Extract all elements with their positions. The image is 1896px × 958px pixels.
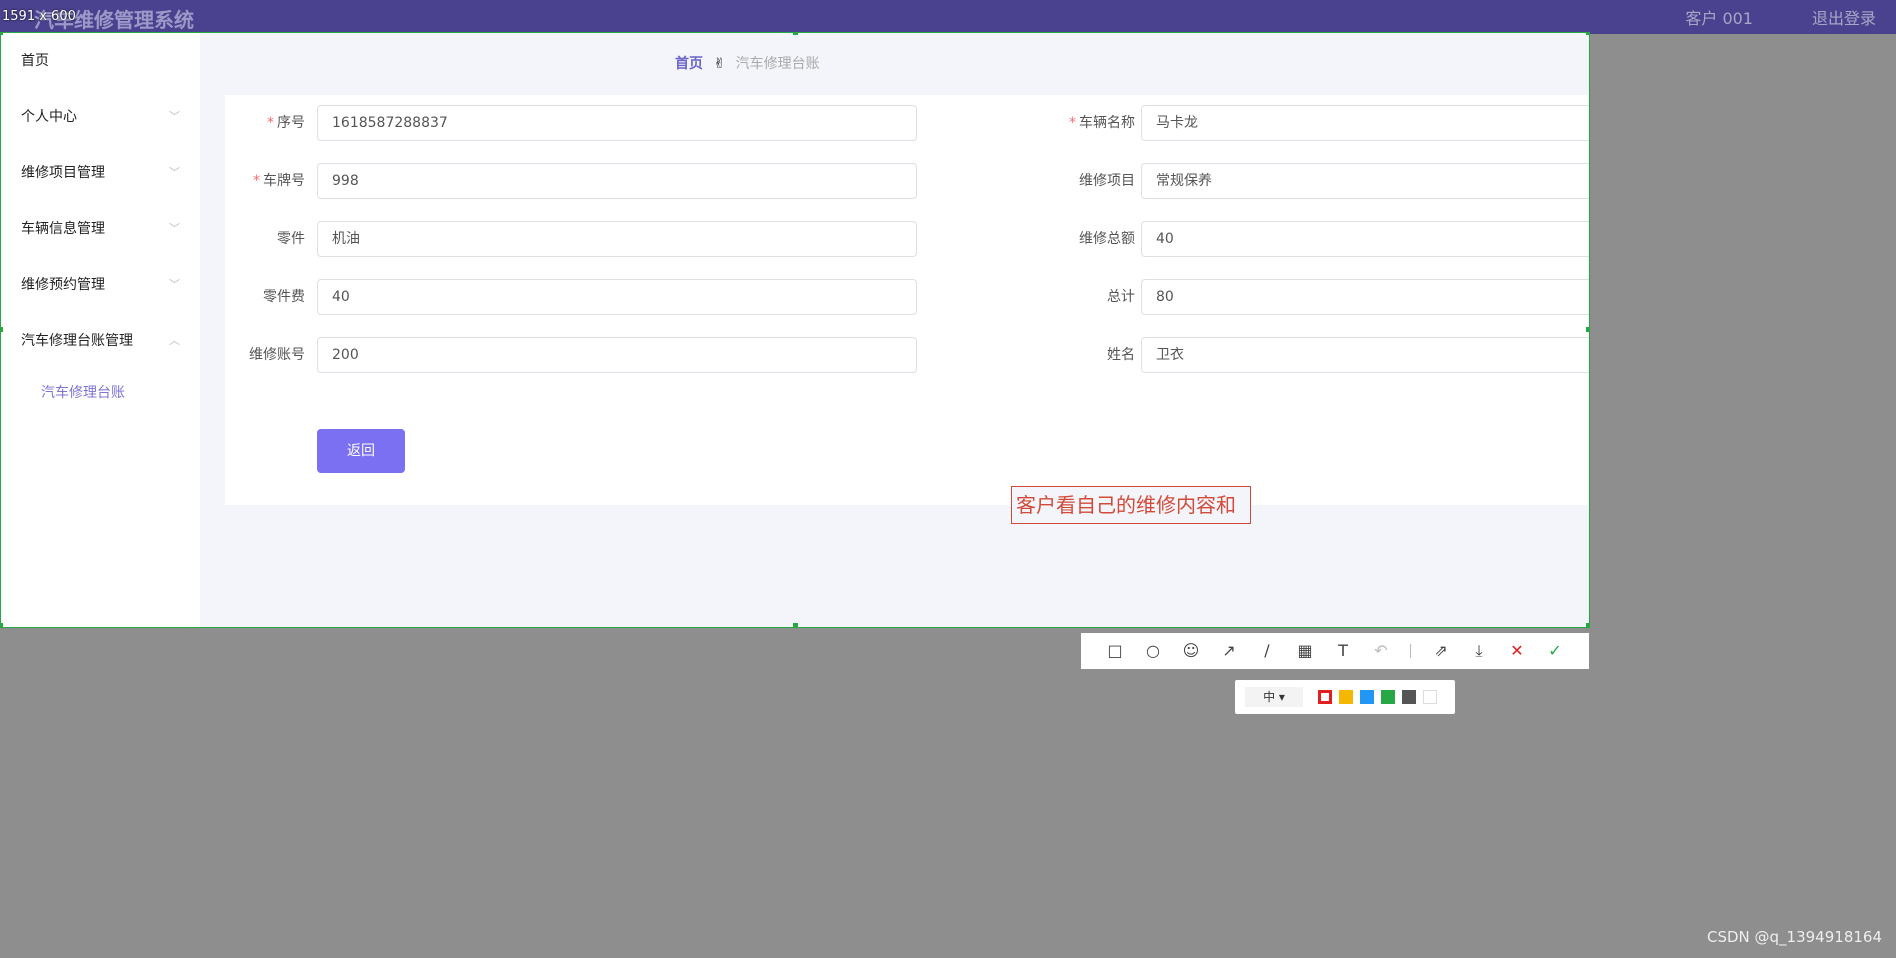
mosaic-icon[interactable]: ▦	[1295, 641, 1315, 661]
dim-overlay	[1590, 100, 1740, 380]
form-row: 维修账号 200 姓名 卫衣	[225, 337, 1589, 373]
resize-handle[interactable]	[1, 33, 3, 35]
field-label-repair-total: 维修总额	[1079, 231, 1135, 247]
sidebar-item-personal-center[interactable]: 个人中心 ﹀	[1, 89, 200, 145]
field-label-name: 姓名	[1107, 347, 1135, 363]
chevron-down-icon: ﹀	[169, 166, 180, 179]
resize-handle[interactable]	[1, 623, 3, 627]
top-bar: 汽车维修管理系统 客户 001 退出登录	[0, 0, 1896, 34]
color-swatch-white[interactable]	[1423, 690, 1437, 704]
sidebar: 首页 个人中心 ﹀ 维修项目管理 ﹀ 车辆信息管理 ﹀ 维修预约管理 ﹀ 汽车修理台账管…	[1, 33, 200, 627]
field-label-vehicle-name: * 车辆名称	[1069, 115, 1135, 131]
form-row: * 车牌号 998 维修项目 常规保养	[225, 163, 1589, 199]
field-label-total: 总计	[1107, 289, 1135, 305]
color-swatch-gray[interactable]	[1402, 690, 1416, 704]
field-label-repair-account: 维修账号	[249, 347, 305, 363]
sidebar-subitem-ledger[interactable]: 汽车修理台账	[1, 369, 200, 417]
watermark: CSDN @q_1394918164	[1707, 928, 1882, 946]
repair-item-field[interactable]: 常规保养	[1141, 163, 1589, 199]
field-label-part: 零件	[277, 231, 305, 247]
color-swatch-red[interactable]	[1318, 690, 1332, 704]
hand-icon: ✌	[713, 56, 726, 72]
form-row: * 序号 1618587288837 * 车辆名称 马卡龙	[225, 105, 1589, 141]
close-icon[interactable]: ✕	[1507, 641, 1527, 661]
download-icon[interactable]: ⤓	[1469, 641, 1489, 661]
chevron-up-icon: ︿	[169, 334, 180, 347]
chevron-down-icon: ﹀	[169, 110, 180, 123]
breadcrumb-home[interactable]: 首页	[675, 56, 703, 72]
name-field[interactable]: 卫衣	[1141, 337, 1589, 373]
form-row: 零件 机油 维修总额 40	[225, 221, 1589, 257]
part-fee-field[interactable]: 40	[317, 279, 917, 315]
logout-link[interactable]: 退出登录	[1812, 5, 1876, 29]
breadcrumb-current: 汽车修理台账	[735, 56, 820, 72]
undo-icon[interactable]: ↶	[1371, 641, 1391, 661]
breadcrumb: 首页 ✌ 汽车修理台账	[675, 53, 820, 73]
confirm-icon[interactable]: ✓	[1545, 641, 1565, 661]
rectangle-icon[interactable]: □	[1105, 641, 1125, 661]
sidebar-item-repair-items[interactable]: 维修项目管理 ﹀	[1, 145, 200, 201]
capture-dimensions: 1591 x 600	[2, 9, 76, 24]
resize-handle[interactable]	[793, 623, 798, 627]
text-icon[interactable]: T	[1333, 641, 1353, 661]
back-button[interactable]: 返回	[317, 429, 405, 473]
user-name: 客户 001	[1685, 9, 1753, 28]
repair-total-field[interactable]: 40	[1141, 221, 1589, 257]
sidebar-item-vehicle-info[interactable]: 车辆信息管理 ﹀	[1, 201, 200, 257]
toolbar-divider	[1410, 644, 1411, 658]
resize-handle[interactable]	[1586, 33, 1589, 35]
chevron-down-icon: ﹀	[169, 278, 180, 291]
text-annotation[interactable]: 客户看自己的维修内容和	[1011, 486, 1251, 524]
sidebar-item-home[interactable]: 首页	[1, 33, 200, 89]
resize-handle[interactable]	[1, 327, 3, 332]
part-field[interactable]: 机油	[317, 221, 917, 257]
vehicle-name-field[interactable]: 马卡龙	[1141, 105, 1589, 141]
serial-field[interactable]: 1618587288837	[317, 105, 917, 141]
chevron-down-icon: ﹀	[169, 222, 180, 235]
detail-form: * 序号 1618587288837 * 车辆名称 马卡龙 * 车牌号 998 维修项…	[225, 95, 1589, 505]
field-label-repair-item: 维修项目	[1079, 173, 1135, 189]
field-label-plate: * 车牌号	[253, 173, 305, 189]
color-swatch-green[interactable]	[1381, 690, 1395, 704]
plate-field[interactable]: 998	[317, 163, 917, 199]
capture-region[interactable]: 首页 个人中心 ﹀ 维修项目管理 ﹀ 车辆信息管理 ﹀ 维修预约管理 ﹀ 汽车修理台账管…	[0, 32, 1590, 628]
emoji-icon[interactable]: ☺	[1181, 641, 1201, 661]
form-row: 零件费 40 总计 80	[225, 279, 1589, 315]
sidebar-item-ledger-management[interactable]: 汽车修理台账管理 ︿	[1, 313, 200, 369]
sidebar-item-appointments[interactable]: 维修预约管理 ﹀	[1, 257, 200, 313]
resize-handle[interactable]	[1586, 623, 1589, 627]
arrow-icon[interactable]: ↗	[1219, 641, 1239, 661]
resize-handle[interactable]	[793, 33, 798, 35]
font-size-select[interactable]: 中 ▾	[1245, 687, 1303, 707]
field-label-serial: * 序号	[267, 115, 305, 131]
pen-icon[interactable]: ∕	[1257, 641, 1277, 661]
repair-account-field[interactable]: 200	[317, 337, 917, 373]
field-label-part-fee: 零件费	[263, 289, 305, 305]
share-icon[interactable]: ⇗	[1431, 641, 1451, 661]
color-picker-bar: 中 ▾	[1235, 680, 1455, 714]
circle-icon[interactable]: ○	[1143, 641, 1163, 661]
color-swatch-blue[interactable]	[1360, 690, 1374, 704]
screenshot-toolbar: □ ○ ☺ ↗ ∕ ▦ T ↶ ⇗ ⤓ ✕ ✓	[1081, 633, 1589, 669]
color-swatch-yellow[interactable]	[1339, 690, 1353, 704]
total-field[interactable]: 80	[1141, 279, 1589, 315]
